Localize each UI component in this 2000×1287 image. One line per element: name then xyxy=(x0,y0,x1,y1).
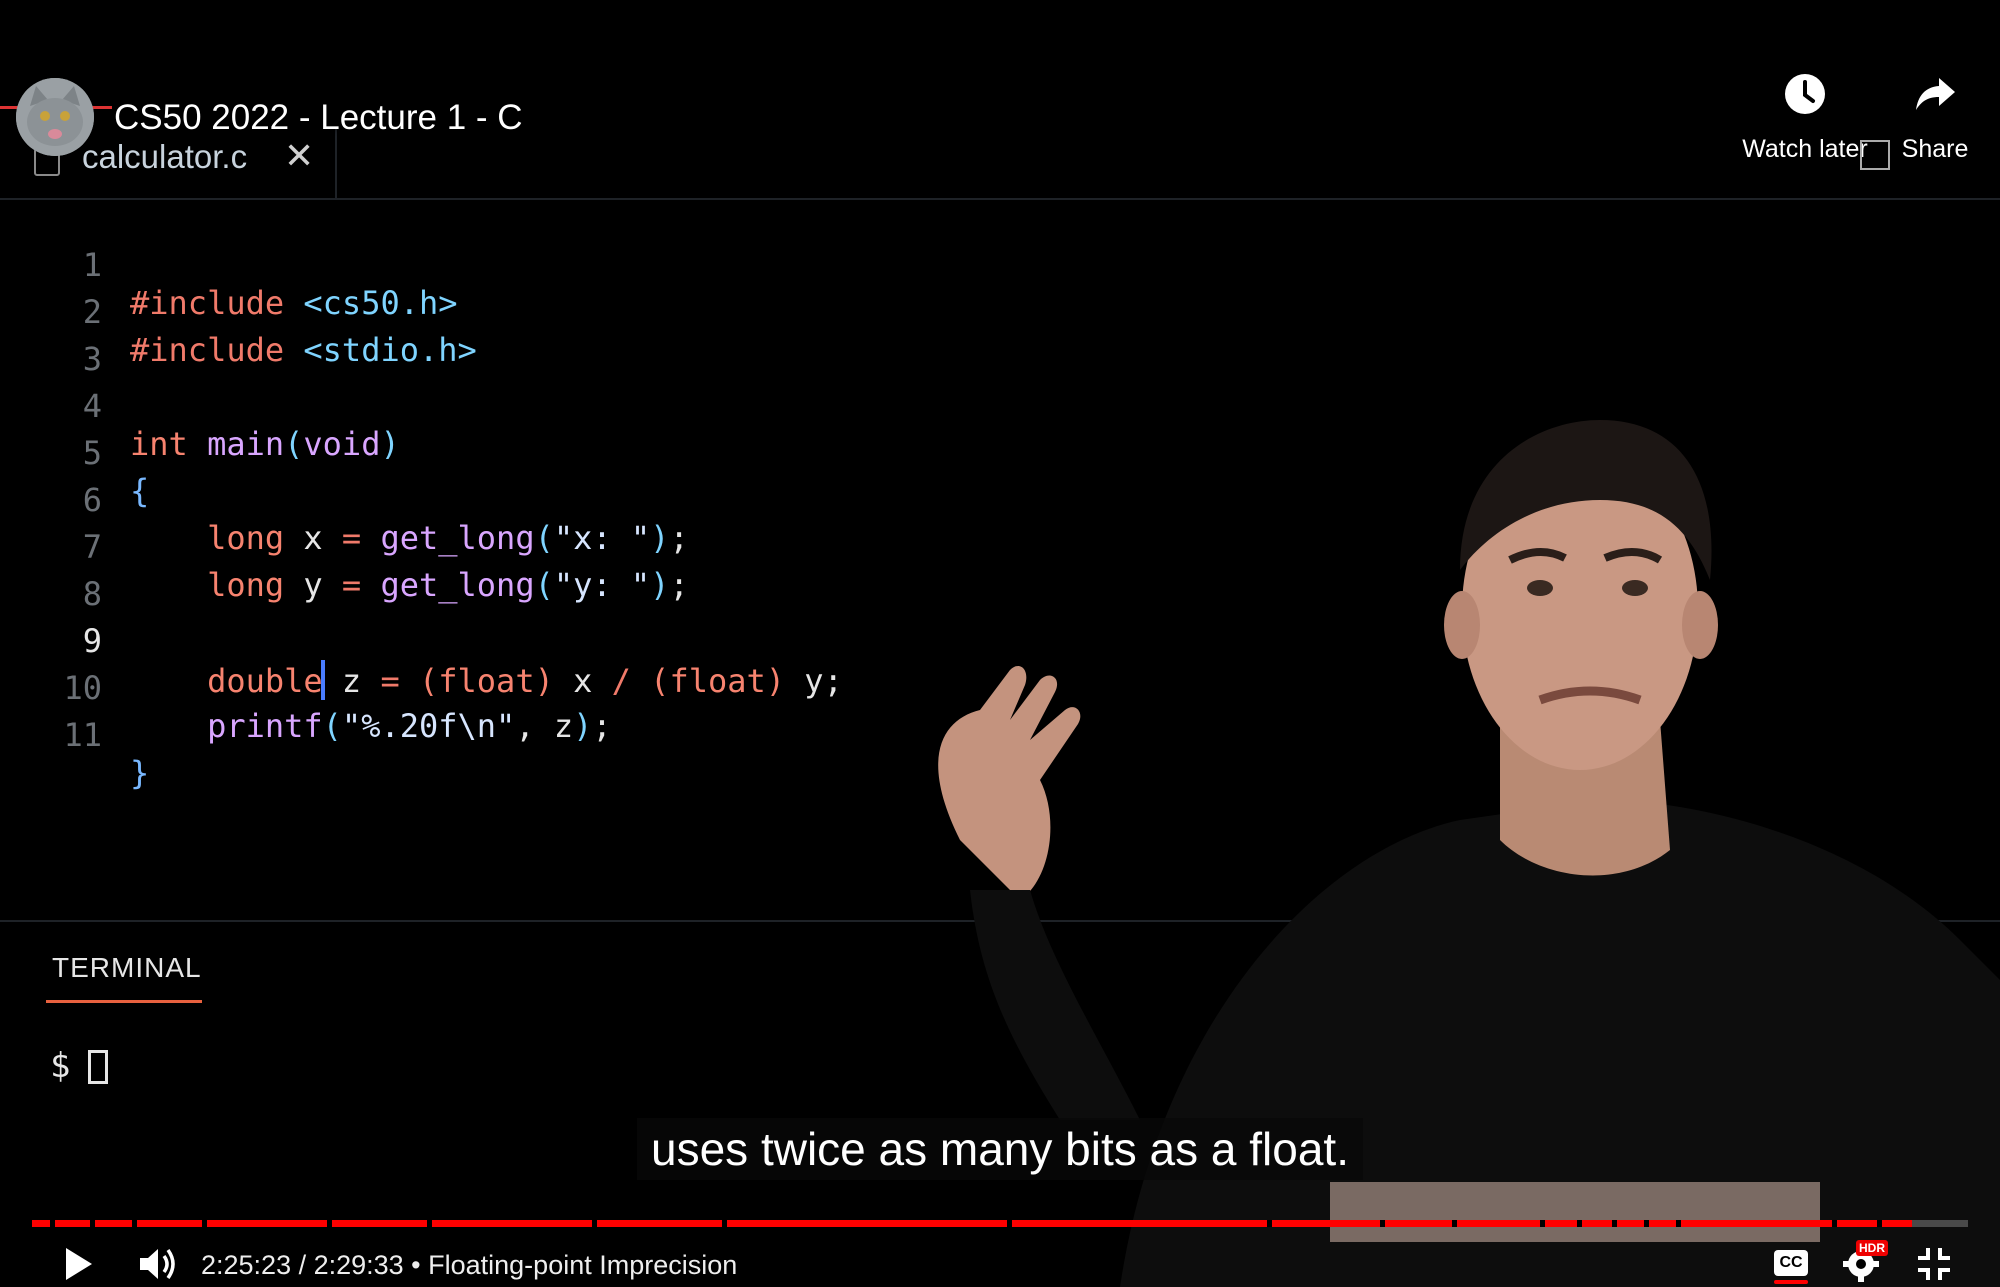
chapter-marker xyxy=(1380,1220,1385,1227)
share-arrow-icon xyxy=(1916,78,1955,110)
terminal-cursor[interactable] xyxy=(88,1050,108,1084)
code-line: 3 xyxy=(0,302,102,378)
captions-button[interactable]: CC xyxy=(1774,1250,1808,1276)
code-line: 4 int main(void) xyxy=(0,349,400,463)
time-display: 2:25:23 / 2:29:33 • Floating-point Impre… xyxy=(201,1250,738,1280)
chapter-marker xyxy=(132,1220,137,1227)
code-line: 10 printf("%.20f\n", z); xyxy=(0,631,611,745)
code-text: double z = (float) x / (float) y; xyxy=(207,660,843,700)
chapter-marker xyxy=(1676,1220,1681,1227)
watch-later-button[interactable]: Watch later xyxy=(1740,72,1870,164)
hdr-badge: HDR xyxy=(1856,1240,1888,1256)
code-line: 11 } xyxy=(0,678,149,792)
code-line-active: 9 double z = (float) x / (float) y; xyxy=(0,584,843,700)
player-controls: 2:25:23 / 2:29:33 • Floating-point Impre… xyxy=(0,1236,2000,1287)
watch-later-label: Watch later xyxy=(1742,135,1868,163)
chapter-marker xyxy=(1644,1220,1649,1227)
chapter-marker xyxy=(1267,1220,1272,1227)
code-text: } xyxy=(130,754,150,792)
chapter-marker xyxy=(427,1220,432,1227)
chapter-marker xyxy=(1577,1220,1582,1227)
chapter-marker xyxy=(327,1220,332,1227)
chapter-marker xyxy=(1612,1220,1617,1227)
chapter-marker xyxy=(722,1220,727,1227)
chapter-marker xyxy=(90,1220,95,1227)
chapter-marker xyxy=(1877,1220,1882,1227)
text-cursor xyxy=(320,660,325,700)
panel-layout-icon xyxy=(1860,140,1890,170)
code-line: 1 #include <cs50.h> xyxy=(0,208,458,322)
captions-active-indicator xyxy=(1774,1280,1808,1284)
chapter-marker xyxy=(202,1220,207,1227)
progress-bar[interactable] xyxy=(32,1220,1968,1227)
channel-avatar[interactable] xyxy=(16,78,94,156)
code-text: long y = get_long("y: "); xyxy=(207,566,689,604)
code-text: long x = get_long("x: "); xyxy=(207,519,689,557)
chapter-marker xyxy=(1452,1220,1457,1227)
terminal-prompt: $ xyxy=(50,1046,71,1086)
code-text: #include <stdio.h> xyxy=(130,331,477,369)
caption-box: uses twice as many bits as a float. xyxy=(0,1118,2000,1180)
chapter-marker xyxy=(1832,1220,1837,1227)
code-line: 7 long y = get_long("y: "); xyxy=(0,490,689,604)
close-icon[interactable]: ✕ xyxy=(284,136,314,177)
play-icon[interactable] xyxy=(60,1244,96,1284)
code-text: { xyxy=(130,472,150,510)
exit-fullscreen-icon[interactable] xyxy=(1916,1244,1952,1284)
caption-text: uses twice as many bits as a float. xyxy=(637,1118,1363,1180)
progress-fill xyxy=(32,1220,1912,1227)
code-text: #include <cs50.h> xyxy=(130,284,458,322)
chapter-marker xyxy=(1540,1220,1545,1227)
tab-terminal[interactable]: TERMINAL xyxy=(52,952,202,984)
chapter-marker xyxy=(50,1220,55,1227)
active-tab-indicator xyxy=(46,1000,202,1003)
code-text: printf("%.20f\n", z); xyxy=(207,707,612,745)
code-line: 2 #include <stdio.h> xyxy=(0,255,477,369)
code-line: 6 long x = get_long("x: "); xyxy=(0,443,689,557)
line-number: 11 xyxy=(63,716,102,754)
cat-avatar-icon xyxy=(16,78,94,156)
code-line: 8 xyxy=(0,537,102,613)
chapter-marker xyxy=(592,1220,597,1227)
video-title[interactable]: CS50 2022 - Lecture 1 - C xyxy=(114,98,523,138)
chapter-marker xyxy=(1007,1220,1012,1227)
volume-icon[interactable] xyxy=(136,1244,180,1284)
code-text: int main(void) xyxy=(130,425,400,463)
tab-label[interactable]: calculator.c xyxy=(82,138,247,176)
code-line: 5 { xyxy=(0,396,150,510)
clock-icon xyxy=(1785,74,1825,114)
